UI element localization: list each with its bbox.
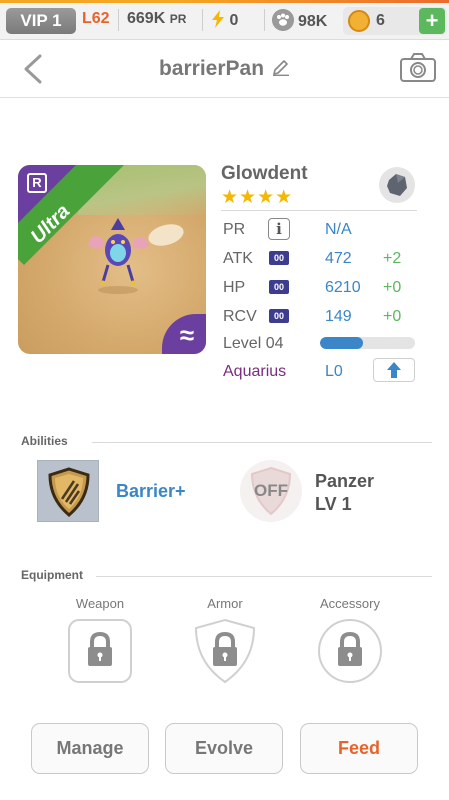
element-icon: ≈ bbox=[162, 314, 206, 354]
evolve-button[interactable]: Evolve bbox=[165, 723, 283, 774]
weapon-slot[interactable] bbox=[67, 618, 133, 684]
stat-tag-hp: 00 bbox=[269, 280, 289, 294]
armor-slot[interactable] bbox=[192, 618, 258, 684]
coin-value: 6 bbox=[376, 12, 385, 29]
stat-value-atk: 472 bbox=[325, 250, 352, 267]
divider bbox=[202, 9, 203, 31]
section-divider bbox=[96, 576, 432, 577]
stat-tag-atk: 00 bbox=[269, 251, 289, 265]
equipment-heading: Equipment bbox=[21, 568, 83, 582]
stat-tag-rcv: 00 bbox=[269, 309, 289, 323]
monster-nickname: barrierPan bbox=[158, 57, 265, 80]
status-bar-accent bbox=[0, 0, 449, 3]
accessory-slot[interactable] bbox=[317, 618, 383, 684]
player-level: L62 bbox=[82, 10, 110, 27]
page-header: barrierPan bbox=[0, 40, 449, 98]
level-label: Level 04 bbox=[223, 335, 284, 352]
arrow-up-icon bbox=[387, 362, 401, 378]
ability-name-secondary[interactable]: Panzer bbox=[315, 471, 374, 492]
paw-counter[interactable]: 98K bbox=[272, 9, 327, 31]
stat-bonus-rcv: +0 bbox=[383, 308, 402, 325]
gem-icon[interactable] bbox=[378, 166, 416, 204]
pencil-icon[interactable] bbox=[272, 58, 290, 76]
zodiac-level: L0 bbox=[325, 363, 343, 380]
divider bbox=[264, 9, 265, 31]
monster-portrait[interactable]: Ultra R ≈ bbox=[18, 165, 206, 354]
zodiac-upgrade-button[interactable] bbox=[373, 358, 415, 382]
status-bar: VIP 1 L62 669K PR 0 98K 6 + bbox=[0, 0, 449, 40]
stat-label-atk: ATK bbox=[223, 250, 253, 267]
shield-icon bbox=[48, 467, 90, 517]
star-rating: ★★★★ bbox=[221, 187, 294, 208]
stat-label-rcv: RCV bbox=[223, 308, 257, 325]
coin-icon bbox=[348, 10, 370, 32]
rarity-badge-icon: R bbox=[27, 173, 47, 193]
level-progress-bar bbox=[320, 337, 415, 349]
paw-value: 98K bbox=[298, 13, 328, 30]
stats-divider bbox=[221, 210, 417, 211]
paw-icon bbox=[272, 9, 294, 31]
camera-icon[interactable] bbox=[399, 52, 437, 84]
add-coins-button[interactable]: + bbox=[419, 8, 445, 34]
stat-label-hp: HP bbox=[223, 279, 246, 296]
lightning-icon bbox=[212, 10, 224, 28]
info-icon[interactable]: i bbox=[268, 218, 290, 240]
coin-counter[interactable]: 6 + bbox=[343, 7, 447, 35]
ability-level-secondary: LV 1 bbox=[315, 494, 352, 514]
divider bbox=[118, 9, 119, 31]
ability-icon-barrier[interactable] bbox=[37, 460, 99, 522]
stat-value-hp: 6210 bbox=[325, 279, 361, 296]
monster-sprite bbox=[88, 218, 149, 294]
energy-counter[interactable]: 0 bbox=[211, 10, 238, 30]
ability-name-primary[interactable]: Barrier+ bbox=[116, 481, 186, 502]
stat-bonus-atk: +2 bbox=[383, 250, 402, 267]
section-divider bbox=[92, 442, 432, 443]
page-title[interactable]: barrierPan bbox=[0, 57, 449, 81]
power-rating: 669K PR bbox=[127, 10, 186, 28]
feed-button[interactable]: Feed bbox=[300, 723, 418, 774]
equipment-label-armor: Armor bbox=[207, 596, 243, 611]
vip-badge[interactable]: VIP 1 bbox=[6, 8, 76, 34]
equipment-label-accessory: Accessory bbox=[320, 596, 380, 611]
monster-name: Glowdent bbox=[221, 163, 308, 184]
manage-button[interactable]: Manage bbox=[31, 723, 149, 774]
power-value: 669K bbox=[127, 10, 166, 27]
stat-bonus-hp: +0 bbox=[383, 279, 402, 296]
stat-value-pr: N/A bbox=[325, 221, 352, 238]
power-unit: PR bbox=[169, 12, 187, 26]
equipment-label-weapon: Weapon bbox=[75, 596, 125, 611]
energy-value: 0 bbox=[229, 12, 239, 29]
stat-label-pr: PR bbox=[223, 221, 246, 238]
level-progress-fill bbox=[320, 337, 363, 349]
stat-value-rcv: 149 bbox=[325, 308, 352, 325]
zodiac-sign[interactable]: Aquarius bbox=[223, 363, 286, 381]
ability-status-off: OFF bbox=[254, 481, 288, 500]
abilities-heading: Abilities bbox=[21, 434, 68, 448]
